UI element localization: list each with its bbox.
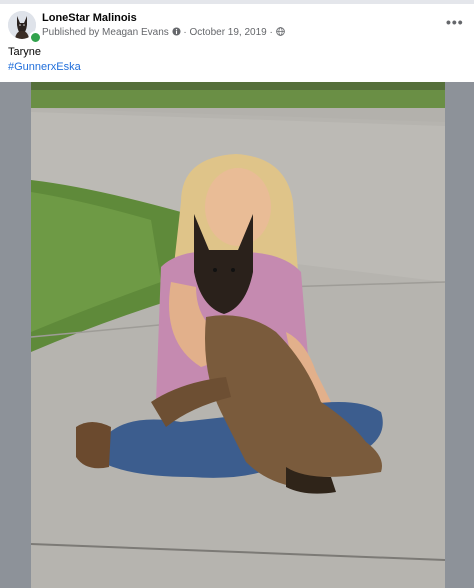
globe-icon[interactable] bbox=[275, 27, 285, 36]
post-header: LoneStar Malinois Published by Meagan Ev… bbox=[0, 0, 474, 82]
meta-separator: · bbox=[183, 27, 187, 38]
meta-separator-2: · bbox=[269, 27, 273, 38]
top-divider bbox=[0, 0, 474, 4]
photo-image bbox=[31, 82, 445, 588]
publisher-name[interactable]: Meagan Evans bbox=[102, 27, 169, 38]
post-meta: Published by Meagan Evans · October 19, … bbox=[42, 27, 285, 38]
post-caption: Taryne bbox=[8, 46, 42, 58]
more-options-icon[interactable]: ••• bbox=[446, 14, 464, 30]
published-prefix: Published by bbox=[42, 27, 100, 38]
post-date[interactable]: October 19, 2019 bbox=[189, 27, 266, 38]
hashtag-link[interactable]: #GunnerxEska bbox=[8, 61, 81, 73]
post-photo[interactable] bbox=[31, 82, 445, 588]
page-name-link[interactable]: LoneStar Malinois bbox=[42, 12, 137, 24]
info-icon[interactable] bbox=[171, 27, 181, 36]
online-status-dot bbox=[29, 31, 42, 44]
photo-container[interactable] bbox=[0, 82, 474, 588]
